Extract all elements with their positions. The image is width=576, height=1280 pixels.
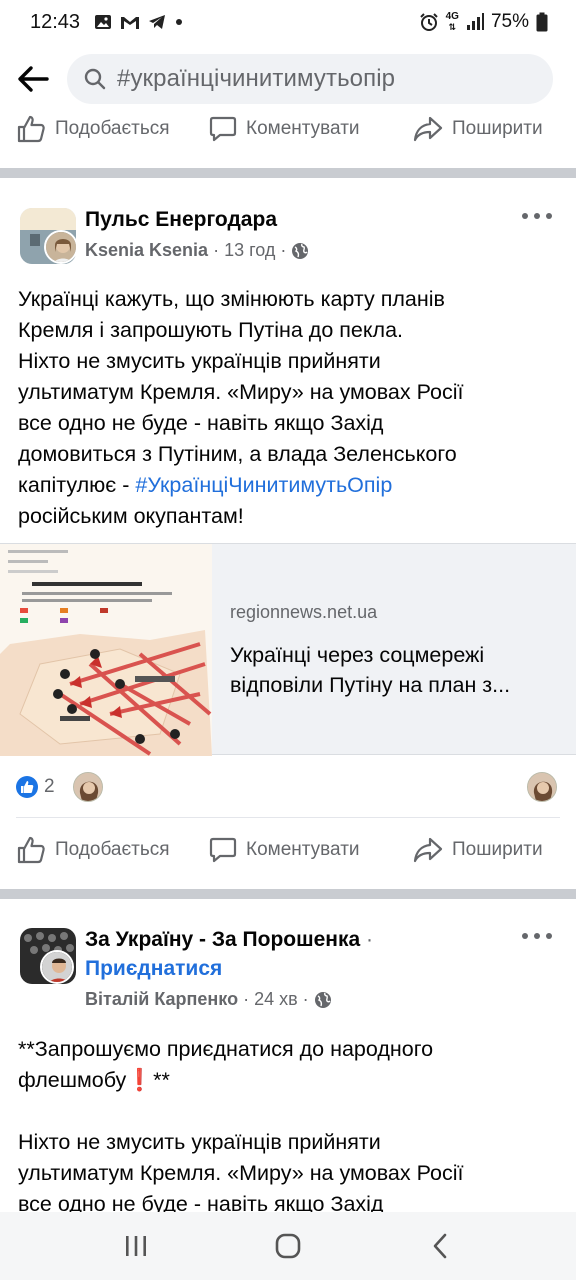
comment-icon [209,837,237,863]
post-time[interactable]: 24 хв [254,989,298,1010]
post-text-line: домовиться з Путіним, а влада Зеленськог… [18,442,457,466]
page-name-link[interactable]: За Україну - За Порошенка [85,928,360,951]
share-button[interactable]: Поширити [413,115,543,143]
search-query: #українцічинитимутьопір [117,65,396,92]
hashtag-link[interactable]: #УкраїнціЧинитимутьОпір [135,473,392,497]
like-reaction-icon [16,776,38,798]
post-text-line: ультиматум Кремля. «Миру» на умовах Росі… [18,1161,464,1185]
meta-separator: · [213,240,220,260]
gmail-icon [121,16,140,29]
post-meta: Віталій Карпенко · 24 хв · [85,989,332,1010]
post-text-line: флешмобу❗** [18,1068,170,1092]
comment-button[interactable]: Коментувати [209,836,360,864]
post-time[interactable]: 13 год [224,240,275,261]
meta-separator: · [243,989,250,1009]
gallery-icon [95,15,112,29]
share-label: Поширити [452,118,543,139]
post1-action-bar: Подобається Коментувати Поширити [0,822,576,878]
like-button[interactable]: Подобається [16,835,170,865]
join-row: Приєднатися [85,957,222,981]
alarm-icon [419,13,438,31]
like-label: Подобається [55,839,170,860]
status-time: 12:43 [30,10,81,33]
recent-apps-icon [126,1236,146,1256]
author-name[interactable]: Ksenia Ksenia [85,240,208,261]
post-text-line: Українці кажуть, що змінюють карту плані… [18,287,445,311]
post-text-line: Кремля і запрошують Путіна до пекла. [18,318,404,342]
post-divider [0,168,576,178]
comment-icon [209,116,237,142]
link-title: Українці через соцмережі відповіли Путін… [230,643,511,697]
meta-separator: · [280,240,287,260]
like-label: Подобається [55,118,170,139]
link-thumbnail [0,544,212,756]
post-text-line: все одно не буде - навіть якщо Захід [18,411,384,435]
post-divider [0,889,576,899]
post-text-line: ультиматум Кремля. «Миру» на умовах Росі… [18,380,464,404]
post-text-line: **Запрошуємо приєднатися до народного [18,1037,434,1061]
post-text-line: Ніхто не змусить українців прийняти [18,349,381,373]
back-chevron-icon [433,1233,447,1259]
globe-icon [314,991,331,1008]
notification-icons [94,14,184,30]
exclamation-icon: ❗ [126,1068,154,1092]
reactor-avatar[interactable] [73,772,103,802]
author-avatar[interactable] [40,950,74,984]
author-name[interactable]: Віталій Карпенко [85,989,238,1010]
signal-icon [466,13,484,30]
battery-icon [536,12,548,32]
search-input[interactable]: #українцічинитимутьопір [67,54,553,104]
recent-apps-button[interactable] [106,1221,166,1271]
post-text-line: капітулює - #УкраїнціЧинитимутьОпір [18,473,393,497]
comment-label: Коментувати [246,118,360,139]
link-domain: regionnews.net.ua [230,602,378,622]
more-options-button[interactable] [522,206,552,226]
status-bar: 12:43 4G ⇅ 75% [0,0,576,44]
post-meta: Ksenia Ksenia · 13 год · [85,240,309,261]
author-avatar[interactable] [44,230,78,264]
like-button[interactable]: Подобається [16,114,170,144]
post-text-line: Ніхто не змусить українців прийняти [18,1130,381,1154]
thumbs-up-icon [17,836,45,864]
share-button[interactable]: Поширити [413,836,543,864]
comment-button[interactable]: Коментувати [209,115,360,143]
reactions-summary[interactable]: 2 [16,770,55,804]
back-button[interactable] [0,49,66,109]
telegram-icon [149,15,166,29]
system-icons: 4G ⇅ 75% [419,11,548,33]
share-label: Поширити [452,839,543,860]
globe-icon [292,242,309,259]
home-button[interactable] [258,1221,318,1271]
viewer-avatar[interactable] [527,772,557,802]
back-nav-button[interactable] [410,1221,470,1271]
post-text: Українці кажуть, що змінюють карту плані… [18,284,558,532]
more-options-button[interactable] [522,926,552,946]
post-text: **Запрошуємо приєднатися до народного фл… [18,1034,558,1220]
share-icon [413,837,443,863]
post0-action-bar: Подобається Коментувати Поширити [0,101,576,157]
post-text-line: російським окупантам! [18,504,244,528]
thumbs-up-icon [17,115,45,143]
meta-separator: · [366,928,374,951]
system-nav-bar [0,1212,576,1280]
reaction-count: 2 [44,776,55,797]
back-arrow-icon [18,66,49,92]
link-preview-card[interactable]: regionnews.net.ua Українці через соцмере… [0,543,576,756]
battery-percent: 75% [490,11,529,32]
share-icon [413,116,443,142]
4g-icon: 4G ⇅ [445,11,459,33]
dot-icon [176,19,183,25]
join-button[interactable]: Приєднатися [85,957,222,980]
meta-separator: · [302,989,309,1009]
page-name: За Україну - За Порошенка · [85,928,373,952]
home-icon [275,1233,301,1259]
search-icon [84,68,106,90]
page-name[interactable]: Пульс Енергодара [85,208,277,232]
comment-label: Коментувати [246,839,360,860]
reactions-divider [16,817,560,818]
